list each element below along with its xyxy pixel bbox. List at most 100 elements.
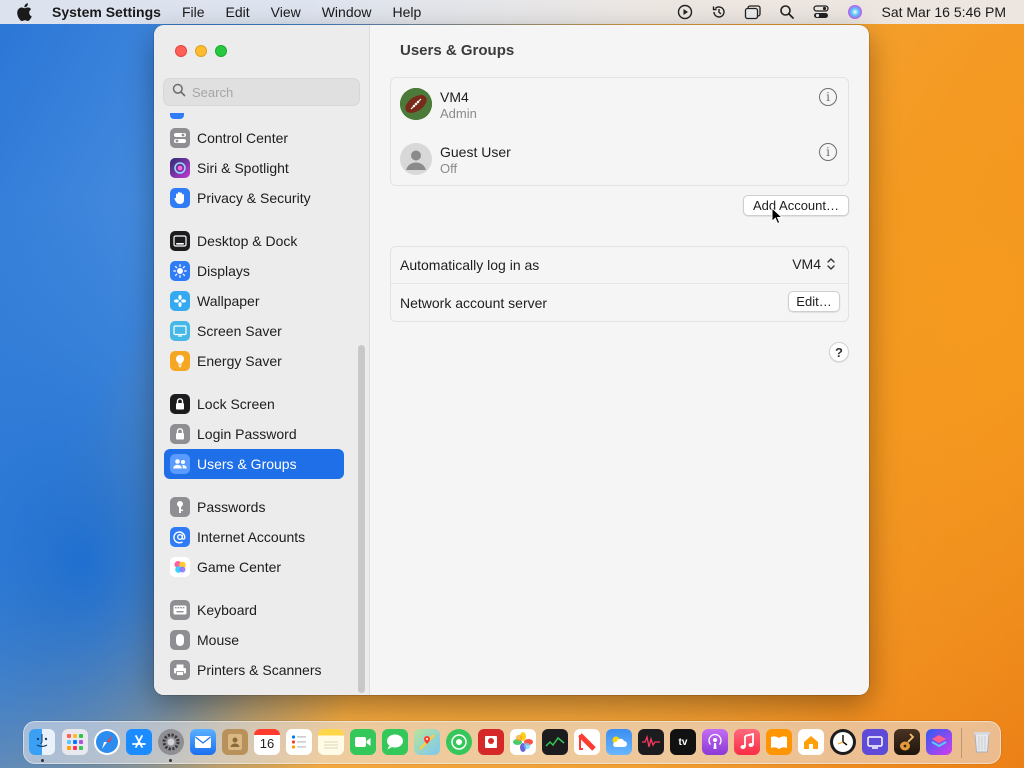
user-role: Admin [440,106,477,121]
user-row-vm4[interactable]: VM4 Admin i [391,78,848,132]
window-icon[interactable] [743,4,763,20]
screen-time-icon[interactable] [862,729,888,755]
auto-login-label: Automatically log in as [400,257,540,273]
find-my-icon[interactable] [446,729,472,755]
voice-memos-icon[interactable] [638,729,664,755]
info-button[interactable]: i [819,88,837,106]
sidebar-item-users-groups[interactable]: Users & Groups [164,449,344,479]
clock-icon[interactable] [830,729,856,755]
siri-icon [170,158,190,178]
keyboard-icon [170,600,190,620]
apple-menu-icon[interactable] [16,3,38,21]
sidebar-item-printers-scanners[interactable]: Printers & Scanners [164,655,344,685]
sidebar-item-label: Displays [197,263,250,279]
system-settings-icon[interactable] [158,729,184,755]
info-icon: i [826,145,830,159]
sidebar-item-siri-spotlight[interactable]: Siri & Spotlight [164,153,344,183]
dock-icon [170,231,190,251]
edit-menu[interactable]: Edit [226,4,250,20]
login-settings: Automatically log in as VM4 Network acco… [390,246,849,322]
sidebar-search[interactable] [163,78,360,106]
finder-icon[interactable] [29,729,55,755]
sidebar-item-internet-accounts[interactable]: Internet Accounts [164,522,344,552]
sidebar-item-game-center[interactable]: Game Center [164,552,344,582]
books-icon[interactable] [766,729,792,755]
music-icon[interactable] [734,729,760,755]
home-icon[interactable] [798,729,824,755]
zoom-button[interactable] [215,45,227,57]
messages-icon[interactable] [382,729,408,755]
stocks-icon[interactable] [542,729,568,755]
sidebar-item-energy-saver[interactable]: Energy Saver [164,346,344,376]
photos-icon[interactable] [510,729,536,755]
reminders-icon[interactable] [286,729,312,755]
sidebar-item-control-center[interactable]: Control Center [164,123,344,153]
menu-clock[interactable]: Sat Mar 16 5:46 PM [881,4,1006,20]
garageband-icon[interactable] [894,729,920,755]
launchpad-icon[interactable] [62,729,88,755]
sidebar-item-desktop-dock[interactable]: Desktop & Dock [164,226,344,256]
minimize-button[interactable] [195,45,207,57]
sidebar-item-label: Passwords [197,499,266,515]
info-button[interactable]: i [819,143,837,161]
app-menu[interactable]: System Settings [52,4,161,20]
mouse-cursor-icon [771,206,784,230]
shortcuts-icon[interactable] [926,729,952,755]
sidebar-item-label: Wallpaper [197,293,260,309]
user-row-guest[interactable]: Guest User Off i [391,133,848,187]
photo-booth-icon[interactable] [478,729,504,755]
network-server-label: Network account server [400,294,548,311]
safari-icon[interactable] [94,729,120,755]
edit-button[interactable]: Edit… [788,291,840,312]
tv-icon[interactable]: tv [670,729,696,755]
sidebar-item-label: Printers & Scanners [197,662,322,678]
app-store-icon[interactable] [126,729,152,755]
view-menu[interactable]: View [271,4,301,20]
network-server-row: Network account server Edit… [391,284,848,321]
sidebar-item-login-password[interactable]: Login Password [164,419,344,449]
add-account-button[interactable]: Add Account… [743,195,849,216]
auto-login-popup[interactable]: VM4 [792,256,836,272]
game-center-icon [170,557,190,577]
help-button[interactable]: ? [829,342,849,362]
sidebar-item-label: Screen Saver [197,323,282,339]
search-icon[interactable] [777,4,797,20]
news-icon[interactable] [574,729,600,755]
facetime-icon[interactable] [350,729,376,755]
sidebar-item-screen-saver[interactable]: Screen Saver [164,316,344,346]
sidebar-item-label: Game Center [197,559,282,575]
sidebar-item-displays[interactable]: Displays [164,256,344,286]
control-center-icon [170,128,190,148]
sidebar-item-wallpaper[interactable]: Wallpaper [164,286,344,316]
notes-icon[interactable] [318,729,344,755]
siri-icon[interactable] [845,4,865,20]
sidebar-scrollbar[interactable] [358,345,365,693]
trash-icon[interactable] [969,729,995,755]
sidebar-item-keyboard[interactable]: Keyboard [164,595,344,625]
running-indicator [41,759,44,762]
user-role: Off [440,161,458,176]
sidebar-item-passwords[interactable]: Passwords [164,492,344,522]
contacts-icon[interactable] [222,729,248,755]
mouse-icon [170,630,190,650]
calendar-icon[interactable]: 16 [254,729,280,755]
window-menu[interactable]: Window [322,4,372,20]
play-circle-icon[interactable] [675,4,695,20]
sidebar-item-privacy-security[interactable]: Privacy & Security [164,183,344,213]
control-center-icon[interactable] [811,4,831,20]
file-menu[interactable]: File [182,4,205,20]
weather-icon[interactable] [606,729,632,755]
podcasts-icon[interactable] [702,729,728,755]
sidebar-item-mouse[interactable]: Mouse [164,625,344,655]
printer-icon [170,660,190,680]
sidebar-item-lock-screen[interactable]: Lock Screen [164,389,344,419]
users-icon [170,454,190,474]
lock-icon [170,424,190,444]
search-input[interactable] [192,84,352,100]
time-machine-icon[interactable] [709,4,729,20]
mail-icon[interactable] [190,729,216,755]
close-button[interactable] [175,45,187,57]
help-menu[interactable]: Help [393,4,422,20]
hand-icon [170,188,190,208]
maps-icon[interactable] [414,729,440,755]
